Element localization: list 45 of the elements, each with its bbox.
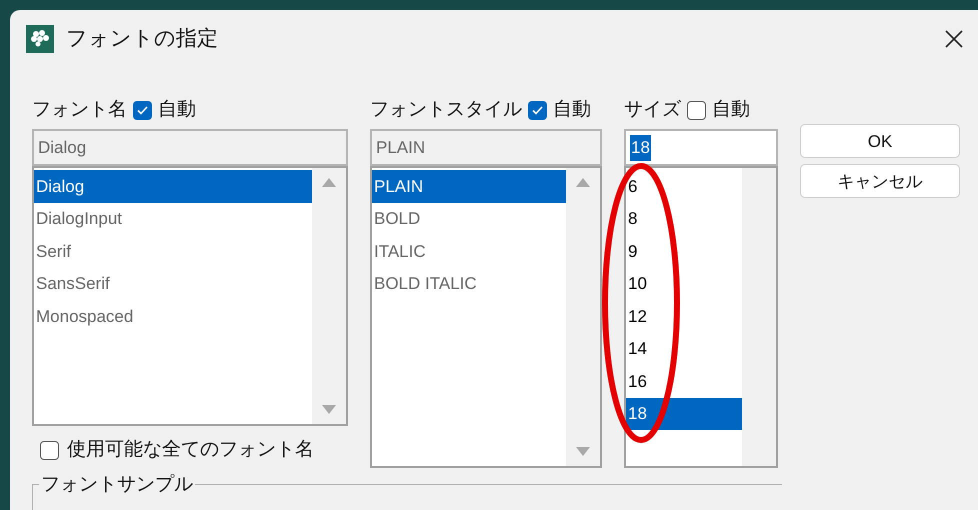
list-item[interactable]: Serif <box>34 235 312 268</box>
checkbox-label: 自動 <box>553 98 591 122</box>
window-title: フォントの指定 <box>66 26 218 52</box>
scroll-up-icon[interactable] <box>576 178 590 188</box>
checkbox-label: 自動 <box>158 98 196 122</box>
font-name-field[interactable]: Dialog <box>32 129 348 166</box>
list-item[interactable]: SansSerif <box>34 268 312 300</box>
dialog-button[interactable]: キャンセル <box>800 164 960 198</box>
scroll-down-icon[interactable] <box>576 447 590 456</box>
list-item[interactable]: 6 <box>626 170 742 203</box>
checkbox[interactable] <box>133 100 152 120</box>
dialog-button[interactable]: OK <box>800 124 960 158</box>
font-style-field[interactable]: PLAIN <box>370 129 602 166</box>
scrollbar-track[interactable] <box>312 168 346 424</box>
checkbox[interactable] <box>40 441 59 460</box>
scroll-down-icon[interactable] <box>322 405 336 414</box>
list-item[interactable]: 14 <box>626 332 742 366</box>
field-label: フォント名 <box>32 98 127 122</box>
list-item[interactable]: PLAIN <box>372 170 566 203</box>
field-label: サイズ <box>624 98 681 122</box>
checkmark-icon <box>137 106 148 115</box>
scroll-up-icon[interactable] <box>322 178 336 188</box>
checkbox-label: 自動 <box>712 98 750 122</box>
list-item[interactable]: ITALIC <box>372 235 566 268</box>
size-field[interactable]: 18 <box>624 129 778 166</box>
checkmark-icon <box>532 106 543 115</box>
list-item[interactable]: 16 <box>626 365 742 398</box>
list-item[interactable]: Monospaced <box>34 300 312 333</box>
checkbox-label: 使用可能な全てのフォント名 <box>67 438 314 462</box>
list-item[interactable]: DialogInput <box>34 202 312 236</box>
field-label: フォントスタイル <box>370 98 522 122</box>
checkbox[interactable] <box>528 100 547 120</box>
list-item[interactable]: BOLD ITALIC <box>372 268 566 300</box>
list-item[interactable]: 8 <box>626 202 742 236</box>
list-item[interactable]: 18 <box>626 398 742 430</box>
list-item[interactable]: 12 <box>626 300 742 333</box>
checkbox[interactable] <box>687 100 706 120</box>
close-icon[interactable] <box>944 28 964 49</box>
list-item[interactable]: 10 <box>626 268 742 300</box>
scrollbar-track[interactable] <box>742 168 776 466</box>
app-icon <box>26 24 54 53</box>
scrollbar-track[interactable] <box>566 168 600 466</box>
list-item[interactable]: Dialog <box>34 170 312 203</box>
list-item[interactable]: 9 <box>626 235 742 268</box>
list-item[interactable]: BOLD <box>372 202 566 236</box>
